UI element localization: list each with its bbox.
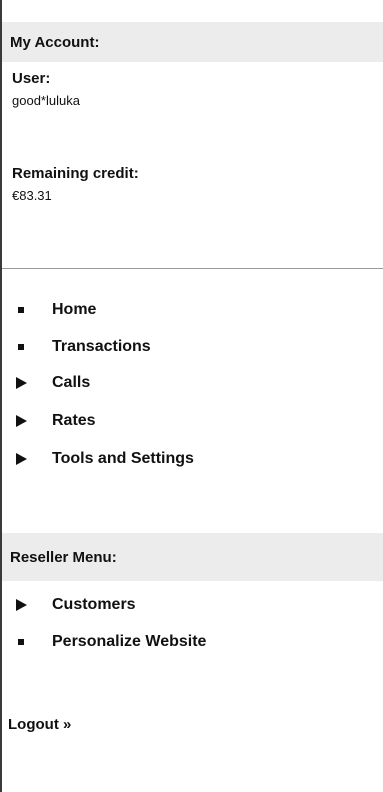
arrow-right-icon xyxy=(16,599,36,611)
remaining-credit-value: €83.31 xyxy=(12,188,52,203)
logout-link[interactable]: Logout » xyxy=(8,716,71,733)
user-label: User: xyxy=(12,70,51,87)
menu-item-home[interactable]: Home xyxy=(10,297,96,323)
menu-item-personalize-website[interactable]: Personalize Website xyxy=(10,629,206,655)
menu-item-label: Transactions xyxy=(52,338,151,355)
account-sidebar: My Account: User: good*luluka Remaining … xyxy=(0,0,383,792)
menu-item-calls[interactable]: Calls xyxy=(10,370,90,396)
menu-item-label: Customers xyxy=(52,596,136,613)
menu-item-rates[interactable]: Rates xyxy=(10,408,96,434)
arrow-right-icon xyxy=(16,377,36,389)
menu-item-label: Home xyxy=(52,301,97,318)
menu-item-customers[interactable]: Customers xyxy=(10,592,136,618)
square-bullet-icon xyxy=(16,639,36,645)
arrow-right-icon xyxy=(16,415,36,427)
section-divider xyxy=(2,268,383,269)
square-bullet-icon xyxy=(16,344,36,350)
menu-item-label: Tools and Settings xyxy=(52,450,194,467)
user-value: good*luluka xyxy=(12,93,80,108)
menu-item-label: Calls xyxy=(52,374,91,391)
menu-item-transactions[interactable]: Transactions xyxy=(10,334,151,360)
square-bullet-icon xyxy=(16,307,36,313)
my-account-header: My Account: xyxy=(2,22,383,62)
menu-item-label: Rates xyxy=(52,412,96,429)
menu-item-label: Personalize Website xyxy=(52,633,207,650)
arrow-right-icon xyxy=(16,453,36,465)
remaining-credit-label: Remaining credit: xyxy=(12,165,139,182)
menu-item-tools-and-settings[interactable]: Tools and Settings xyxy=(10,446,194,472)
reseller-menu-header: Reseller Menu: xyxy=(2,533,383,581)
